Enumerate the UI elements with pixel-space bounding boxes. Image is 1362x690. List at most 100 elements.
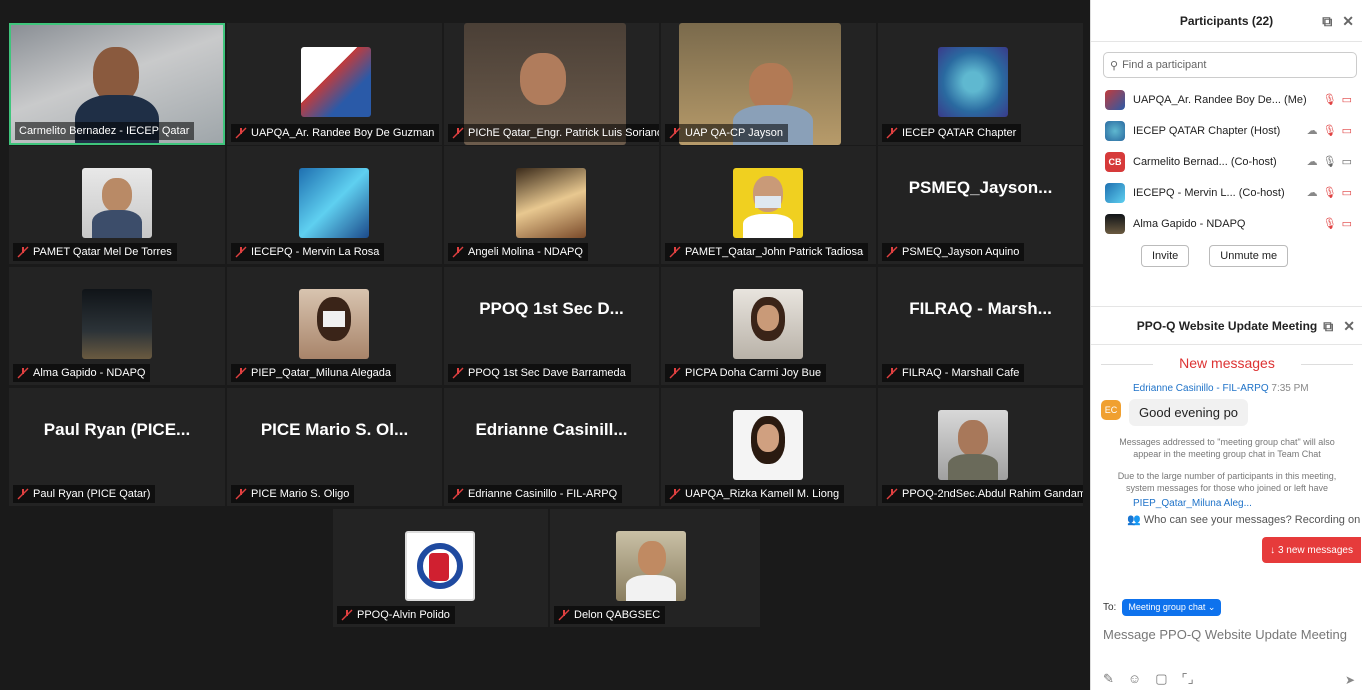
mic-muted-icon [669,246,681,258]
avatar-image [938,47,1008,117]
participant-item[interactable]: CB Carmelito Bernad... (Co-host) ☁ 🎙 ▭ [1091,146,1362,177]
avatar [1105,120,1125,141]
video-tile[interactable]: Carmelito Bernadez - IECEP Qatar [9,23,225,145]
cloud-icon: ☁ [1306,125,1318,137]
video-tile[interactable]: FILRAQ - Marsh... FILRAQ - Marshall Cafe [878,267,1083,385]
participant-name-label: FILRAQ - Marshall Cafe [882,364,1025,382]
mic-muted-icon [235,127,247,139]
video-tile[interactable]: IECEP QATAR Chapter [878,23,1083,145]
new-messages-badge[interactable]: ↓ 3 new messages [1262,537,1361,563]
mic-muted-icon [669,367,681,379]
video-off-icon[interactable]: ▭ [1342,186,1352,199]
video-tile[interactable]: PICPA Doha Carmi Joy Bue [661,267,876,385]
participant-name-label: PSMEQ_Jayson Aquino [882,243,1025,261]
participant-list: UAPQA_Ar. Randee Boy De... (Me) 🎙 ▭ IECEP… [1091,84,1362,239]
mic-muted-icon[interactable]: 🎙 [1323,186,1337,199]
chat-title: PPO-Q Website Update Meeting [1136,318,1318,333]
video-off-icon[interactable]: ▭ [1342,124,1352,137]
chat-panel: PPO-Q Website Update Meeting ⧉ ✕ New mes… [1091,306,1362,690]
participant-name-label: Paul Ryan (PICE Qatar) [13,485,156,503]
video-tile[interactable]: Angeli Molina - NDAPQ [444,146,659,264]
video-tile[interactable]: Delon QABGSEC [550,509,760,627]
chat-message[interactable]: Good evening po [1129,399,1249,426]
avatar-image [938,410,1008,480]
avatar-image [301,47,371,117]
participant-item[interactable]: IECEPQ - Mervin L... (Co-host) ☁ 🎙 ▭ [1091,177,1362,208]
participant-item[interactable]: UAPQA_Ar. Randee Boy De... (Me) 🎙 ▭ [1091,84,1362,115]
cloud-icon: ☁ [1306,156,1318,168]
video-tile[interactable]: IECEPQ - Mervin La Rosa [227,146,442,264]
mic-muted-icon [886,127,898,139]
mic-muted-icon [17,488,29,500]
participant-item[interactable]: IECEP QATAR Chapter (Host) ☁ 🎙 ▭ [1091,115,1362,146]
participant-name-label: Edrianne Casinillo - FIL-ARPQ [448,485,623,503]
mic-muted-icon[interactable]: 🎙 [1323,124,1337,137]
close-icon[interactable]: ✕ [1342,13,1354,30]
video-off-icon[interactable]: ▭ [1342,93,1352,106]
video-tile[interactable]: PPOQ-2ndSec.Abdul Rahim Gandam... [878,388,1083,506]
participant-name-label: UAPQA_Rizka Kamell M. Liong [665,485,845,503]
mic-muted-icon [235,246,247,258]
avatar-image [299,168,369,238]
video-tile[interactable]: UAPQA_Rizka Kamell M. Liong [661,388,876,506]
video-tile[interactable]: PSMEQ_Jayson... PSMEQ_Jayson Aquino [878,146,1083,264]
mic-muted-icon[interactable]: 🎙 [1323,217,1337,230]
video-tile[interactable]: PIChE Qatar_Engr. Patrick Luis Soriano [444,23,659,145]
avatar [1105,89,1125,110]
mic-muted-icon [452,367,464,379]
invite-button[interactable]: Invite [1141,245,1190,267]
popout-icon[interactable]: ⧉ [1322,13,1332,30]
participant-name-label: PPOQ-2ndSec.Abdul Rahim Gandam... [882,485,1083,503]
avatar-image [733,168,803,238]
mic-muted-icon [235,488,247,500]
participants-title: Participants (22) [1179,13,1274,28]
video-tile[interactable]: Edrianne Casinill... Edrianne Casinillo … [444,388,659,506]
video-tile[interactable]: PIEP_Qatar_Miluna Alegada [227,267,442,385]
video-tile[interactable]: Paul Ryan (PICE... Paul Ryan (PICE Qatar… [9,388,225,506]
new-messages-divider: New messages [1091,355,1362,371]
mic-muted-icon [17,367,29,379]
message-sender: PIEP_Qatar_Miluna Aleg... [1133,498,1252,509]
send-icon[interactable]: ➤ [1345,673,1355,687]
video-tile[interactable]: UAP QA-CP Jayson [661,23,876,145]
system-note: Messages addressed to "meeting group cha… [1119,437,1335,459]
participant-name-placeholder: Paul Ryan (PICE... [43,420,191,439]
avatar-image [616,531,686,601]
mic-muted-icon [669,488,681,500]
video-tile[interactable]: PPOQ-Alvin Polido [333,509,548,627]
unmute-me-button[interactable]: Unmute me [1209,245,1289,267]
participant-item[interactable]: Alma Gapido - NDAPQ 🎙 ▭ [1091,208,1362,239]
video-tile[interactable]: PAMET_Qatar_John Patrick Tadiosa [661,146,876,264]
message-input[interactable]: Message PPO-Q Website Update Meeting [1103,627,1347,642]
who-can-see-link[interactable]: 👥 Who can see your messages? Recording o… [1127,513,1362,526]
participant-name-label: UAPQA_Ar. Randee Boy De Guzman [231,124,440,142]
emoji-icon[interactable]: ☺ [1128,671,1141,687]
mic-muted-icon[interactable]: 🎙 [1323,93,1337,106]
screenshot-icon[interactable]: ⌜⌟ [1181,671,1193,687]
mic-icon[interactable]: 🎙 [1323,155,1337,168]
file-icon[interactable]: ▢ [1155,671,1167,687]
video-off-icon[interactable]: ▭ [1342,217,1352,230]
participant-name-label: PIEP_Qatar_Miluna Alegada [231,364,397,382]
popout-icon[interactable]: ⧉ [1323,318,1333,335]
recipient-dropdown[interactable]: Meeting group chat ⌄ [1122,599,1222,616]
participant-search-input[interactable]: ⚲ Find a participant [1103,52,1357,78]
close-icon[interactable]: ✕ [1343,318,1355,335]
mic-muted-icon [558,609,570,621]
video-icon[interactable]: ▭ [1342,155,1352,168]
video-tile[interactable]: PAMET Qatar Mel De Torres [9,146,225,264]
side-panel: Participants (22) ⧉ ✕ ⚲ Find a participa… [1090,0,1362,690]
participant-name-placeholder: PPOQ 1st Sec D... [479,299,624,318]
mic-muted-icon [452,246,464,258]
avatar [1105,182,1125,203]
participant-name-placeholder: FILRAQ - Marsh... [909,299,1052,318]
avatar-image [82,168,152,238]
video-tile[interactable]: PPOQ 1st Sec D... PPOQ 1st Sec Dave Barr… [444,267,659,385]
participant-name-label: PICE Mario S. Oligo [231,485,355,503]
video-tile[interactable]: PICE Mario S. Ol... PICE Mario S. Oligo [227,388,442,506]
format-icon[interactable]: ✎ [1103,671,1114,687]
participant-name-label: PIChE Qatar_Engr. Patrick Luis Soriano [448,124,659,142]
video-tile[interactable]: Alma Gapido - NDAPQ [9,267,225,385]
video-tile[interactable]: UAPQA_Ar. Randee Boy De Guzman [227,23,442,145]
participant-name-label: UAP QA-CP Jayson [665,124,789,142]
